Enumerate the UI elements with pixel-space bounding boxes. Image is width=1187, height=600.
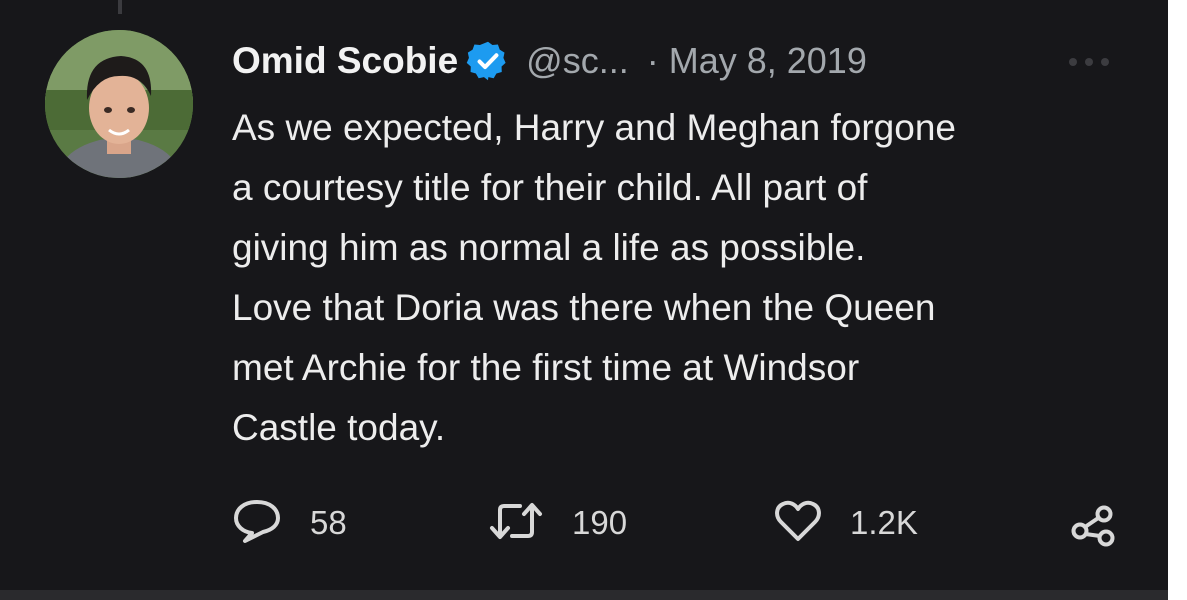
like-icon xyxy=(774,499,822,548)
more-icon[interactable] xyxy=(1064,50,1114,74)
tweet-text-line: Love that Doria was there when the Queen xyxy=(232,287,936,328)
like-button[interactable]: 1.2K xyxy=(774,498,918,548)
reply-icon xyxy=(232,498,282,549)
retweet-button[interactable]: 190 xyxy=(488,498,627,548)
like-count: 1.2K xyxy=(850,504,918,541)
reply-count: 58 xyxy=(310,504,347,541)
avatar-image xyxy=(45,30,193,178)
tweet-text-line: met Archie for the first time at Windsor xyxy=(232,347,860,388)
retweet-icon xyxy=(488,498,544,549)
date-separator: · xyxy=(646,40,659,81)
author-name[interactable]: Omid Scobie xyxy=(232,40,458,82)
reply-button[interactable]: 58 xyxy=(232,498,347,548)
thread-line xyxy=(118,0,122,14)
tweet-text-line: giving him as normal a life as possible. xyxy=(232,227,866,268)
author-handle[interactable]: @sc... xyxy=(526,40,629,82)
tweet-text-line: Castle today. xyxy=(232,407,446,448)
tweet-card[interactable]: Omid Scobie @sc... · May 8, 2019 As we e… xyxy=(0,0,1168,600)
retweet-count: 190 xyxy=(572,504,628,541)
tweet-text-line: As we expected, Harry and Meghan forgone xyxy=(232,107,956,148)
avatar[interactable] xyxy=(45,30,193,178)
tweet-text: As we expected, Harry and Meghan forgone… xyxy=(232,98,1122,458)
tweet-text-line: a courtesy title for their child. All pa… xyxy=(232,167,868,208)
share-icon[interactable] xyxy=(1070,502,1116,548)
tweet-date[interactable]: May 8, 2019 xyxy=(669,40,867,82)
verified-badge-icon xyxy=(466,39,510,83)
bottom-border xyxy=(0,590,1168,600)
tweet-header: Omid Scobie @sc... · May 8, 2019 xyxy=(232,34,867,88)
